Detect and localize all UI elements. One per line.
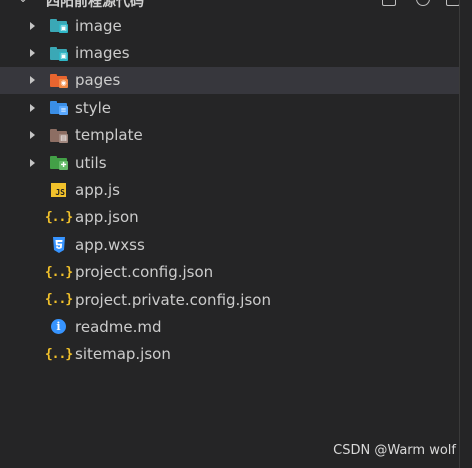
- chevron-right-icon[interactable]: [30, 103, 35, 112]
- file-tree: ▣ image ▣ images ◉ pages ≡ style ▤ templ…: [0, 12, 460, 368]
- chevron-right-icon[interactable]: [30, 158, 35, 167]
- tree-folder-style[interactable]: ≡ style: [0, 94, 460, 121]
- tree-item-label: readme.md: [75, 317, 162, 336]
- folder-image-icon: ▣: [50, 18, 68, 34]
- tree-item-label: app.js: [75, 181, 120, 200]
- tree-file-app-js[interactable]: JS app.js: [0, 176, 460, 203]
- tree-file-app-wxss[interactable]: app.wxss: [0, 231, 460, 258]
- folder-image-icon: ▣: [50, 45, 68, 61]
- folder-pages-icon: ◉: [50, 72, 68, 88]
- tree-item-label: project.private.config.json: [75, 290, 271, 309]
- tree-item-label: project.config.json: [75, 263, 214, 282]
- folder-style-icon: ≡: [50, 100, 68, 116]
- tree-item-label: images: [75, 44, 130, 63]
- collapse-all-icon[interactable]: [446, 0, 460, 6]
- tree-file-readme-md[interactable]: i readme.md: [0, 313, 460, 340]
- tree-file-project-private-config-json[interactable]: {..} project.private.config.json: [0, 286, 460, 313]
- explorer-header: ⌄ 四阳前程源代码: [0, 0, 472, 8]
- tree-folder-images[interactable]: ▣ images: [0, 39, 460, 66]
- js-file-icon: JS: [50, 182, 67, 198]
- chevron-right-icon[interactable]: [30, 21, 35, 30]
- tree-folder-template[interactable]: ▤ template: [0, 122, 460, 149]
- vertical-scrollbar[interactable]: [459, 0, 472, 468]
- folder-template-icon: ▤: [50, 127, 68, 143]
- tree-file-sitemap-json[interactable]: {..} sitemap.json: [0, 341, 460, 368]
- css3-file-icon: [50, 236, 67, 253]
- tree-item-label: style: [75, 98, 111, 117]
- json-file-icon: {..}: [44, 292, 73, 308]
- chevron-right-icon[interactable]: [30, 49, 35, 58]
- info-file-icon: i: [50, 319, 67, 335]
- folder-utils-icon: ✚: [50, 155, 68, 171]
- chevron-right-icon[interactable]: [30, 76, 35, 85]
- tree-file-project-config-json[interactable]: {..} project.config.json: [0, 259, 460, 286]
- collapse-chevron-icon[interactable]: ⌄: [18, 0, 28, 5]
- json-file-icon: {..}: [44, 346, 73, 362]
- tree-item-label: app.json: [75, 208, 139, 227]
- tree-folder-image[interactable]: ▣ image: [0, 12, 460, 39]
- project-title: 四阳前程源代码: [46, 0, 144, 8]
- json-file-icon: {..}: [44, 209, 73, 225]
- tree-item-label: template: [75, 126, 143, 145]
- tree-item-label: app.wxss: [75, 235, 145, 254]
- tree-item-label: sitemap.json: [75, 345, 171, 364]
- tree-folder-pages[interactable]: ◉ pages: [0, 66, 460, 95]
- watermark: CSDN @Warm wolf: [333, 443, 456, 458]
- tree-item-label: image: [75, 16, 122, 35]
- new-folder-icon[interactable]: [382, 0, 396, 6]
- refresh-icon[interactable]: [416, 0, 430, 6]
- tree-item-label: utils: [75, 153, 107, 172]
- tree-item-label: pages: [75, 71, 121, 90]
- new-file-icon[interactable]: [344, 0, 358, 6]
- json-file-icon: {..}: [44, 264, 73, 280]
- tree-folder-utils[interactable]: ✚ utils: [0, 149, 460, 176]
- chevron-right-icon[interactable]: [30, 131, 35, 140]
- tree-file-app-json[interactable]: {..} app.json: [0, 204, 460, 231]
